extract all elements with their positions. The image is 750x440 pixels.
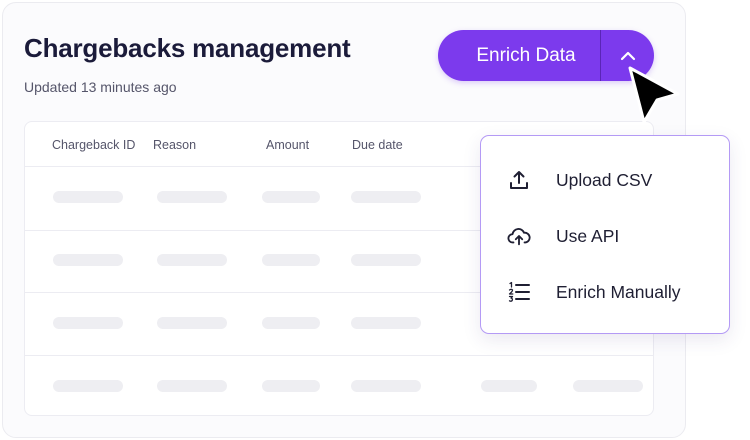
skeleton-cell — [53, 380, 123, 392]
column-header-due-date[interactable]: Due date — [352, 138, 403, 152]
skeleton-cell — [351, 380, 421, 392]
mouse-pointer-icon — [628, 66, 680, 124]
last-updated-text: Updated 13 minutes ago — [24, 79, 177, 95]
row-divider — [25, 355, 653, 356]
skeleton-cell — [262, 191, 320, 203]
menu-item-enrich-manually[interactable]: Enrich Manually — [481, 268, 729, 316]
skeleton-cell — [351, 317, 421, 329]
skeleton-cell — [481, 380, 537, 392]
menu-item-label: Enrich Manually — [556, 281, 681, 302]
skeleton-cell — [157, 191, 227, 203]
skeleton-cell — [53, 254, 123, 266]
chevron-up-icon — [620, 51, 635, 60]
skeleton-cell — [573, 380, 643, 392]
skeleton-cell — [157, 254, 227, 266]
enrich-data-split-button: Enrich Data — [438, 30, 654, 81]
skeleton-cell — [53, 191, 123, 203]
skeleton-cell — [157, 380, 227, 392]
menu-item-label: Use API — [556, 225, 620, 246]
skeleton-cell — [262, 317, 320, 329]
cloud-upload-icon — [507, 224, 531, 248]
skeleton-cell — [351, 191, 421, 203]
skeleton-cell — [262, 254, 320, 266]
upload-icon — [507, 168, 531, 192]
column-header-amount[interactable]: Amount — [266, 138, 309, 152]
skeleton-cell — [157, 317, 227, 329]
page-title: Chargebacks management — [24, 33, 351, 63]
menu-item-upload-csv[interactable]: Upload CSV — [481, 156, 729, 204]
menu-item-label: Upload CSV — [556, 169, 653, 190]
skeleton-cell — [262, 380, 320, 392]
column-header-chargeback-id[interactable]: Chargeback ID — [52, 138, 135, 152]
menu-item-use-api[interactable]: Use API — [481, 212, 729, 260]
enrich-options-dropdown: Upload CSV Use API Enrich Manually — [480, 135, 730, 334]
column-header-reason[interactable]: Reason — [153, 138, 196, 152]
enrich-data-label: Enrich Data — [476, 44, 576, 66]
skeleton-cell — [351, 254, 421, 266]
numbered-list-icon — [507, 280, 531, 304]
skeleton-cell — [53, 317, 123, 329]
enrich-data-button[interactable]: Enrich Data — [438, 30, 600, 81]
